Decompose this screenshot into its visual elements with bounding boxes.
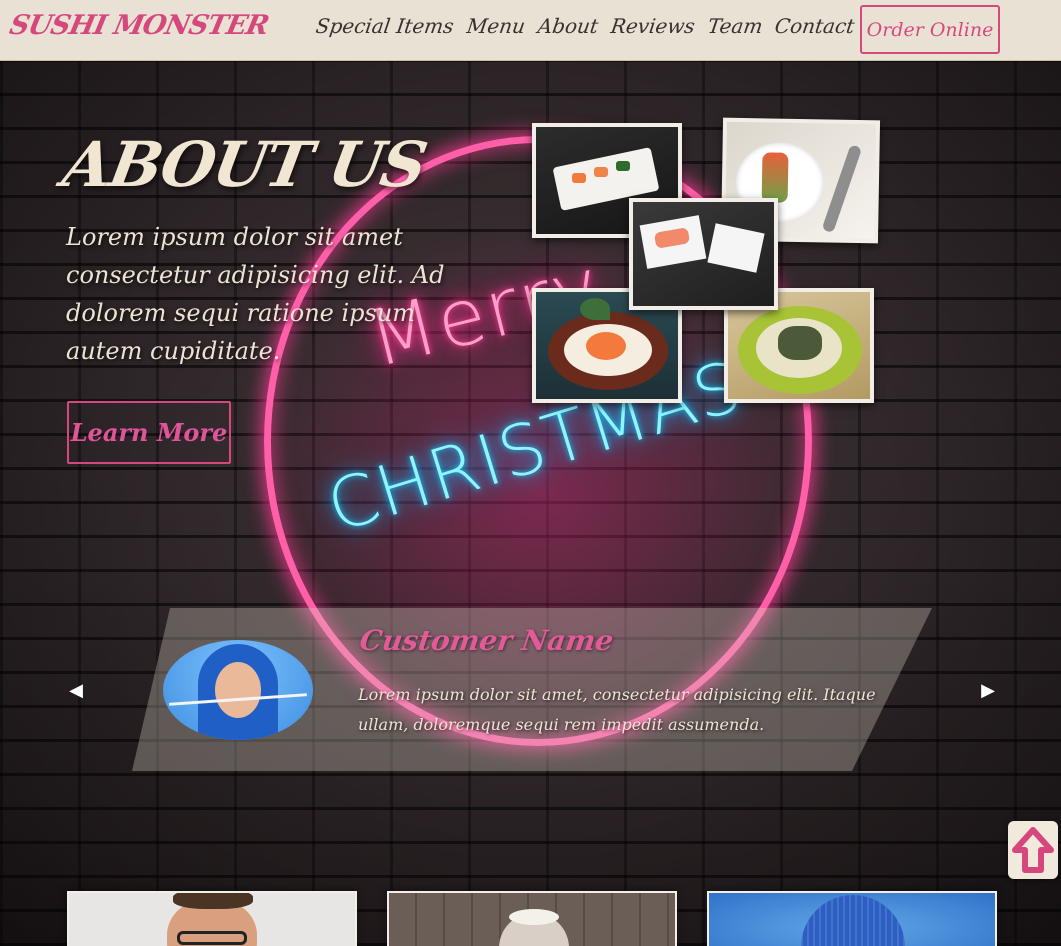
chevron-right-icon: ▶ <box>981 679 995 701</box>
nav-link-reviews[interactable]: Reviews <box>609 14 696 38</box>
customer-name: Customer Name <box>357 624 616 657</box>
chevron-left-icon: ◀ <box>69 679 83 701</box>
customer-avatar <box>163 640 313 740</box>
nav-link-contact[interactable]: Contact <box>774 14 857 38</box>
team-card-3 <box>707 891 997 946</box>
nav-links: Special Items Menu About Reviews Team Co… <box>314 14 857 38</box>
nav-link-special-items[interactable]: Special Items <box>314 14 455 38</box>
sashimi-set-photo <box>633 202 774 306</box>
navbar: SUSHI MONSTER Special Items Menu About R… <box>0 0 1061 61</box>
nav-link-menu[interactable]: Menu <box>465 14 526 38</box>
team-member-bluecap-photo <box>709 893 995 946</box>
scroll-to-top-button[interactable] <box>1008 821 1058 879</box>
learn-more-button[interactable]: Learn More <box>67 401 231 464</box>
team-member-glasses-photo <box>69 893 355 946</box>
team-card-1 <box>67 891 357 946</box>
carousel-prev-button[interactable]: ◀ <box>64 678 88 702</box>
arrow-up-icon <box>1012 827 1054 873</box>
about-title: ABOUT US <box>57 128 431 201</box>
team-card-2 <box>387 891 677 946</box>
brand-logo[interactable]: SUSHI MONSTER <box>7 10 271 41</box>
customer-quote: Lorem ipsum dolor sit amet, consectetur … <box>358 685 876 734</box>
gallery-photo-sashimi-set <box>629 198 778 310</box>
carousel-next-button[interactable]: ▶ <box>976 678 1000 702</box>
order-online-button[interactable]: Order Online <box>860 5 1000 54</box>
about-description: Lorem ipsum dolor sit amet consectetur a… <box>66 223 445 365</box>
nav-link-team[interactable]: Team <box>706 14 764 38</box>
team-member-bald-photo <box>389 893 675 946</box>
nav-link-about[interactable]: About <box>536 14 600 38</box>
